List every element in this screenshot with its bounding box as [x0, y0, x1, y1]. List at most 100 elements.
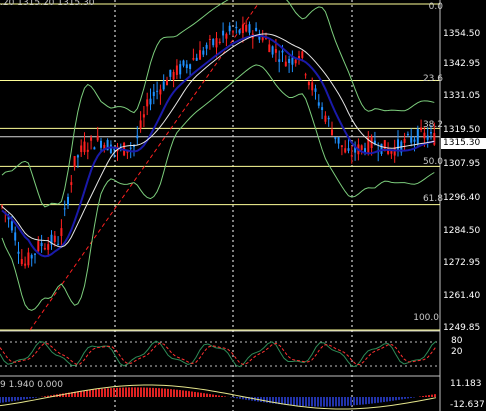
fib-level-label: 61.8 [422, 194, 443, 204]
candle-body [410, 136, 413, 143]
candle-body [360, 145, 363, 150]
candle-body [288, 58, 291, 64]
price-axis-label: 1354.50 [443, 29, 481, 39]
candle-body [83, 141, 86, 153]
candle-body [423, 132, 426, 139]
candle-body [228, 25, 231, 32]
candle-body [433, 133, 436, 145]
candle-body [218, 41, 221, 43]
fib-level-label: 50.0 [422, 157, 443, 167]
candle-body [413, 139, 416, 142]
candle-body [30, 255, 33, 259]
candle-body [10, 221, 13, 231]
fib-level-label: 100.0 [413, 313, 439, 323]
candle-body [152, 91, 155, 96]
candle-body [294, 59, 297, 64]
candle-body [248, 24, 251, 33]
candle-body [403, 138, 406, 143]
price-axis-label: 1342.95 [443, 59, 481, 69]
candle-body [314, 88, 317, 92]
candle-body [344, 148, 347, 153]
candle-body [100, 140, 102, 148]
candle-body [426, 135, 429, 140]
candle-body [380, 143, 383, 154]
candle-body [96, 135, 99, 141]
candle-body [347, 148, 350, 151]
candle-body [208, 38, 211, 40]
bollinger-lower-band [1, 64, 435, 311]
fib-level-label: 23.6 [422, 74, 443, 84]
candle-body [274, 49, 277, 53]
candle-body [331, 129, 333, 136]
candle-body [93, 147, 96, 150]
macd-header: 9 1.940 0.000 [0, 380, 63, 390]
candle-body [271, 46, 274, 55]
oscillator-level-label: 20 [451, 347, 463, 357]
candle-body [63, 208, 66, 210]
candle-body [73, 156, 76, 167]
candle-body [430, 132, 432, 134]
candle-body [255, 27, 258, 32]
candle-body [245, 24, 248, 32]
candle-body [202, 50, 205, 55]
candle-body [67, 196, 69, 206]
price-axis-label: 1249.85 [443, 323, 481, 333]
candle-body [268, 44, 271, 53]
candle-body [109, 144, 112, 154]
candle-body [76, 155, 79, 158]
price-axis-label: 1307.95 [443, 159, 481, 169]
candle-body [113, 148, 116, 150]
candle-body [80, 145, 83, 153]
candle-body [60, 228, 63, 236]
candle-body [215, 38, 218, 48]
candle-body [222, 30, 225, 36]
oscillator-level-label: 80 [451, 336, 463, 346]
chart-window: .20 1315.20 1315.30 1354.50 1342.95 1331… [0, 0, 486, 411]
fib-level-label: 0.0 [428, 2, 443, 12]
candle-body [324, 115, 327, 122]
candle-body [416, 129, 419, 144]
candle-body [199, 50, 201, 60]
candle-body [169, 69, 172, 77]
candle-body [327, 117, 330, 120]
candle-body [182, 60, 185, 66]
candle-body [146, 99, 149, 107]
candle-body [90, 137, 93, 141]
price-axis-label: 1284.50 [443, 226, 481, 236]
candle-body [225, 33, 228, 39]
candle-body [166, 80, 168, 86]
candle-body [175, 65, 178, 75]
candle-body [179, 64, 182, 75]
candle-body [284, 61, 287, 67]
candle-body [57, 243, 60, 245]
candle-body [37, 241, 40, 252]
price-axis-label: 1331.05 [443, 91, 481, 101]
candle-body [27, 252, 30, 266]
candle-body [232, 31, 234, 33]
candle-body [317, 102, 320, 106]
candle-body [136, 135, 139, 139]
candle-body [162, 81, 165, 90]
candle-body [86, 149, 89, 152]
candle-body [334, 137, 337, 139]
candle-body [14, 232, 17, 241]
candle-body [406, 133, 409, 136]
price-axis-label: 1319.50 [443, 125, 481, 135]
candle-body [185, 64, 188, 69]
candle-body [20, 259, 23, 265]
candle-body [47, 244, 50, 250]
candle-body [142, 114, 145, 118]
price-chart[interactable] [0, 0, 486, 411]
candle-body [172, 72, 175, 80]
candle-body [53, 235, 56, 242]
candle-body [70, 182, 73, 185]
candle-body [321, 107, 324, 111]
candle-body [43, 247, 46, 250]
oscillator-signal-line [0, 342, 437, 366]
price-axis-label: 1261.40 [443, 291, 481, 301]
bollinger-upper-band [1, 0, 435, 208]
candle-body [301, 51, 304, 58]
candle-body [34, 253, 36, 255]
candle-body [192, 58, 195, 60]
candle-body [205, 44, 208, 49]
